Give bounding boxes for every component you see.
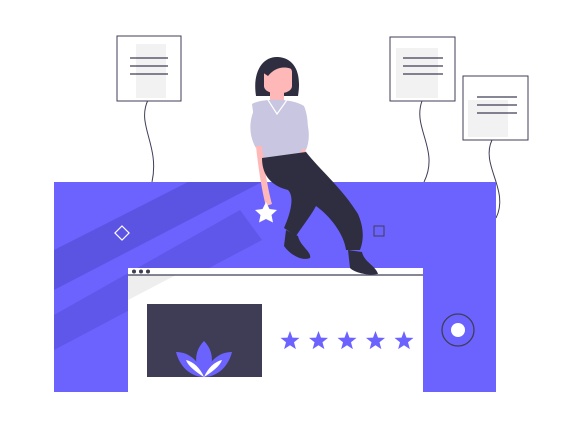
illustration-canvas bbox=[54, 35, 529, 392]
note-card-icon bbox=[389, 36, 456, 102]
note-card-icon bbox=[116, 35, 182, 102]
window-dot bbox=[132, 269, 136, 274]
card-string-middle bbox=[419, 100, 430, 183]
window-dot bbox=[146, 269, 150, 274]
note-card-icon bbox=[462, 75, 529, 141]
card-string-left bbox=[144, 99, 155, 183]
review-illustration bbox=[0, 0, 583, 428]
window-dot bbox=[139, 269, 143, 274]
image-tile bbox=[147, 304, 262, 377]
